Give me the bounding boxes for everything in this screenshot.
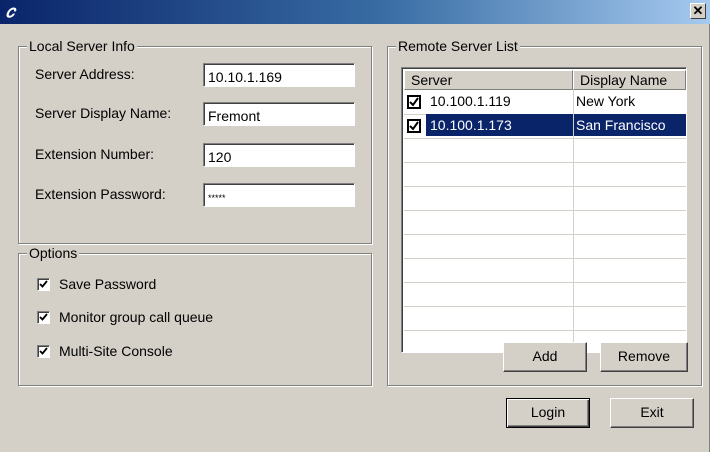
row-divider	[404, 210, 686, 211]
save-password-checkbox[interactable]	[37, 278, 50, 291]
remote-server-legend: Remote Server List	[396, 38, 520, 54]
multi-site-checkbox[interactable]	[37, 345, 50, 358]
server-display-name-label: Server Display Name:	[35, 105, 172, 121]
close-button[interactable]: ✕	[690, 3, 706, 19]
remove-button[interactable]: Remove	[600, 342, 688, 372]
save-password-label: Save Password	[59, 276, 157, 292]
server-address-label: Server Address:	[35, 66, 135, 82]
row-divider	[404, 138, 686, 139]
checkmark-icon	[39, 280, 48, 288]
checkmark-icon	[39, 313, 48, 321]
column-header-display-name[interactable]: Display Name	[573, 70, 686, 90]
server-cell: 10.100.1.119	[428, 90, 573, 114]
row-checkbox[interactable]	[407, 95, 421, 109]
server-address-input[interactable]	[203, 63, 355, 87]
login-button[interactable]: Login	[506, 398, 590, 428]
server-display-name-input[interactable]	[203, 102, 355, 126]
add-button[interactable]: Add	[503, 342, 587, 372]
server-value: 10.100.1.119	[430, 93, 511, 109]
monitor-queue-checkbox[interactable]	[37, 311, 50, 324]
extension-number-input[interactable]	[203, 143, 355, 167]
local-server-legend: Local Server Info	[27, 38, 137, 54]
row-divider	[404, 306, 686, 307]
server-cell: 10.100.1.173	[426, 114, 573, 138]
title-bar: 𝑐 ✕	[0, 0, 710, 24]
display-name-cell: San Francisco	[574, 114, 686, 136]
row-divider	[404, 234, 686, 235]
server-value: 10.100.1.173	[426, 114, 573, 136]
multi-site-label: Multi-Site Console	[59, 343, 173, 359]
row-divider	[404, 162, 686, 163]
row-divider	[404, 330, 686, 331]
table-row-selected[interactable]: 10.100.1.173 San Francisco	[404, 114, 686, 138]
row-divider	[404, 186, 686, 187]
extension-password-input[interactable]	[203, 183, 355, 207]
row-divider	[404, 282, 686, 283]
row-checkbox[interactable]	[407, 119, 421, 133]
table-row[interactable]: 10.100.1.119 New York	[404, 90, 686, 114]
dialog-body: Local Server Info Server Address: Server…	[0, 24, 710, 452]
display-name-cell: New York	[576, 93, 636, 109]
checkmark-icon	[409, 97, 419, 107]
app-icon: 𝑐	[6, 2, 15, 21]
extension-password-label: Extension Password:	[35, 186, 166, 202]
options-legend: Options	[27, 245, 80, 261]
checkmark-icon	[39, 347, 48, 355]
monitor-queue-label: Monitor group call queue	[59, 309, 214, 325]
row-divider	[404, 258, 686, 259]
remote-server-list[interactable]: Server Display Name 10.100.1.119 New Yor…	[401, 67, 687, 353]
close-icon: ✕	[692, 3, 704, 18]
checkmark-icon	[409, 121, 419, 131]
extension-number-label: Extension Number:	[35, 146, 155, 162]
exit-button[interactable]: Exit	[610, 398, 694, 428]
column-header-server[interactable]: Server	[404, 70, 573, 90]
